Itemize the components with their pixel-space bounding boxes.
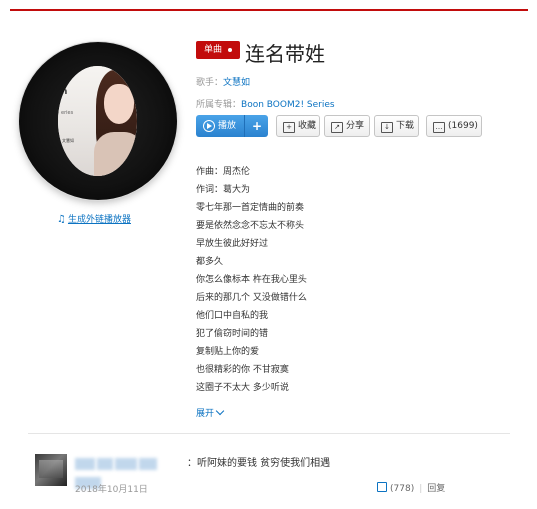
comment-button[interactable]: … (1699) [426, 115, 482, 137]
share-icon: ↗ [331, 122, 343, 133]
comment-text: ：听阿妹的要钱 贫穷使我们相遇 [187, 458, 331, 469]
album-label: 所属专辑： [196, 100, 242, 110]
comment-icon: … [433, 122, 445, 133]
lyric-line: 都多久 [196, 257, 224, 267]
lyric-line: 零七年那一首定情曲的前奏 [196, 203, 305, 213]
favorite-folder-icon: + [283, 122, 295, 133]
cover-text-top: n [61, 87, 68, 97]
play-label: 播放 [218, 121, 237, 131]
external-player-link[interactable]: ♫ 生成外链播放器 [57, 212, 131, 225]
download-icon: ↓ [381, 122, 393, 133]
artist-label: 歌手： [196, 78, 224, 88]
cover-text-small: 文慧如 [62, 138, 74, 143]
lyric-line: 作词：葛大为 [196, 185, 251, 195]
like-button[interactable]: (778) [377, 482, 415, 494]
artist-link[interactable]: 文慧如 [223, 78, 250, 88]
play-circle-icon [203, 120, 215, 132]
reply-button[interactable]: 回复 [427, 484, 445, 494]
avatar[interactable] [35, 454, 67, 486]
album-row: 所属专辑：Boon BOOM2! Series [196, 97, 335, 110]
share-button[interactable]: ↗ 分享 [324, 115, 370, 137]
lyric-line: 这圈子不太大 多少听说 [196, 383, 289, 393]
download-button[interactable]: ↓ 下载 [374, 115, 419, 137]
cover-text-mid: eries [61, 110, 74, 116]
external-player-label: 生成外链播放器 [67, 215, 131, 225]
divider: | [419, 484, 423, 494]
comment-divider [28, 433, 510, 434]
commenter-name-blurred[interactable] [75, 455, 185, 489]
song-title: 连名带姓 [245, 42, 325, 66]
single-badge-label: 单曲 [204, 45, 223, 55]
album-link[interactable]: Boon BOOM2! Series [241, 100, 335, 110]
add-to-playlist-button[interactable]: + [244, 115, 269, 137]
favorite-button[interactable]: + 收藏 [276, 115, 320, 137]
expand-label: 展开 [196, 409, 215, 419]
single-badge: 单曲 [196, 41, 241, 59]
lyric-line: 早放生彼此好好过 [196, 239, 269, 249]
lyric-line: 要是依然念念不忘太不称头 [196, 221, 305, 231]
favorite-label: 收藏 [298, 121, 317, 131]
album-cover: n eries 文慧如 [58, 66, 137, 176]
like-count: (778) [390, 484, 415, 494]
lyric-line: 复制贴上你的爱 [196, 347, 260, 357]
download-label: 下载 [396, 121, 415, 131]
music-note-icon: ♫ [57, 214, 66, 225]
lyric-line: 他们口中自私的我 [196, 311, 269, 321]
album-vinyl: n eries 文慧如 [19, 42, 177, 200]
comment-date: 2018年10月11日 [75, 485, 148, 495]
lyric-line: 作曲：周杰伦 [196, 167, 251, 177]
comment-count: (1699) [448, 121, 478, 131]
comment-actions: (778) | 回复 [377, 481, 445, 494]
lyrics-block: 作曲：周杰伦 作词：葛大为零七年那一首定情曲的前奏 要是依然念念不忘太不称头 早放生彼… [196, 163, 307, 397]
artist-row: 歌手：文慧如 [196, 75, 250, 88]
lyric-line: 后来的那几个 又没做错什么 [196, 293, 307, 303]
play-button[interactable]: 播放 + [196, 115, 268, 137]
top-rule [10, 9, 528, 11]
lyric-line: 也很精彩的你 不甘寂寞 [196, 365, 289, 375]
expand-lyrics-link[interactable]: 展开 [196, 406, 225, 419]
share-label: 分享 [346, 121, 365, 131]
lyric-line: 你怎么像标本 杵在我心里头 [196, 275, 307, 285]
lyric-line: 犯了偷窃时间的错 [196, 329, 269, 339]
thumbs-up-icon [377, 482, 387, 492]
badge-dot-icon [228, 47, 233, 52]
chevron-down-icon [215, 406, 225, 416]
